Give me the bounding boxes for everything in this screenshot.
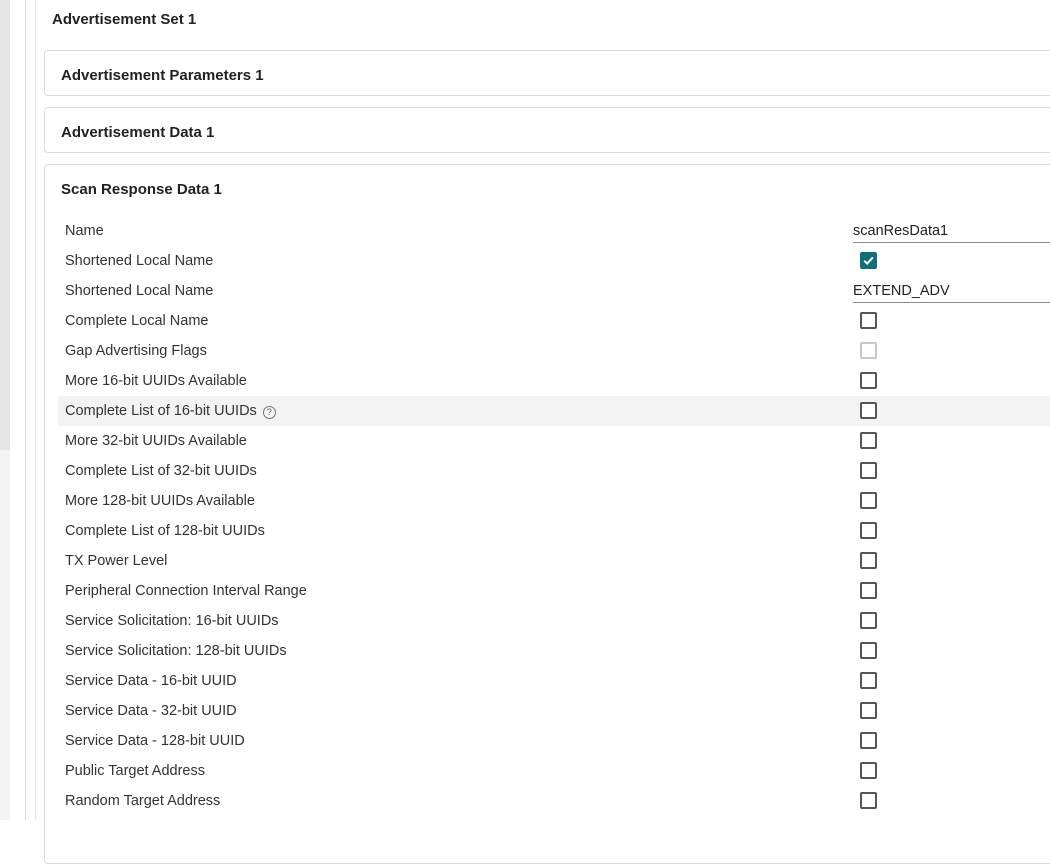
advertisement-set-title[interactable]: Advertisement Set 1 <box>52 11 196 28</box>
checkmark-icon <box>863 256 874 266</box>
property-label-text: More 128-bit UUIDs Available <box>65 493 255 509</box>
property-label-text: Public Target Address <box>65 763 205 779</box>
property-label: Gap Advertising Flags <box>65 343 207 359</box>
property-label-text: Complete Local Name <box>65 313 209 329</box>
checkbox[interactable] <box>860 612 877 629</box>
property-label: Peripheral Connection Interval Range <box>65 583 307 599</box>
property-label: More 128-bit UUIDs Available <box>65 493 255 509</box>
advertisement-parameters-panel[interactable]: Advertisement Parameters 1 <box>44 50 1050 96</box>
property-row: More 128-bit UUIDs Available <box>58 486 1050 516</box>
help-icon[interactable]: ? <box>262 406 276 419</box>
checkbox[interactable] <box>860 522 877 539</box>
panel-title[interactable]: Scan Response Data 1 <box>61 181 222 198</box>
property-label-text: More 32-bit UUIDs Available <box>65 433 247 449</box>
left-sidebar-edge-lower <box>0 450 10 820</box>
property-label-text: Shortened Local Name <box>65 253 214 269</box>
property-label: Service Data - 16-bit UUID <box>65 673 237 689</box>
property-row: Public Target Address <box>58 756 1050 786</box>
property-label: Service Data - 128-bit UUID <box>65 733 245 749</box>
property-row: Complete List of 128-bit UUIDs <box>58 516 1050 546</box>
property-label: More 16-bit UUIDs Available <box>65 373 247 389</box>
text-field[interactable]: EXTEND_ADV <box>853 283 1050 303</box>
checkbox[interactable] <box>860 792 877 809</box>
property-row: More 32-bit UUIDs Available <box>58 426 1050 456</box>
property-label: Random Target Address <box>65 793 220 809</box>
property-row: Name scanResData1 <box>58 216 1050 246</box>
checkbox[interactable] <box>860 402 877 419</box>
property-label-text: Service Data - 16-bit UUID <box>65 673 237 689</box>
property-row: Service Data - 32-bit UUID <box>58 696 1050 726</box>
tree-guide-line-inner <box>35 0 36 820</box>
property-row: Complete List of 16-bit UUIDs? <box>58 396 1050 426</box>
property-label-text: Complete List of 32-bit UUIDs <box>65 463 257 479</box>
panel-title[interactable]: Advertisement Data 1 <box>61 124 214 141</box>
property-label-text: TX Power Level <box>65 553 168 569</box>
property-row: Shortened Local Name <box>58 246 1050 276</box>
property-row: Complete List of 32-bit UUIDs <box>58 456 1050 486</box>
checkbox[interactable] <box>860 312 877 329</box>
property-label-text: Complete List of 128-bit UUIDs <box>65 523 265 539</box>
property-label: Service Data - 32-bit UUID <box>65 703 237 719</box>
checkbox-checked[interactable] <box>860 252 877 269</box>
property-label: Complete Local Name <box>65 313 208 329</box>
property-label-text: Service Solicitation: 128-bit UUIDs <box>65 643 287 659</box>
property-label-text: Name <box>65 223 104 239</box>
property-label-text: Service Data - 128-bit UUID <box>65 733 245 749</box>
checkbox[interactable] <box>860 582 877 599</box>
property-row: Gap Advertising Flags <box>58 336 1050 366</box>
property-label: TX Power Level <box>65 553 167 569</box>
property-label: Shortened Local Name <box>65 253 213 269</box>
property-label-text: Peripheral Connection Interval Range <box>65 583 307 599</box>
property-row: Service Solicitation: 128-bit UUIDs <box>58 636 1050 666</box>
property-label: Service Solicitation: 128-bit UUIDs <box>65 643 287 659</box>
checkbox[interactable] <box>860 762 877 779</box>
property-label: Complete List of 16-bit UUIDs? <box>65 403 276 419</box>
property-label: Complete List of 32-bit UUIDs <box>65 463 257 479</box>
property-row: Random Target Address <box>58 786 1050 816</box>
property-row: TX Power Level <box>58 546 1050 576</box>
property-label: More 32-bit UUIDs Available <box>65 433 247 449</box>
property-label: Public Target Address <box>65 763 205 779</box>
property-row: Shortened Local Name EXTEND_ADV <box>58 276 1050 306</box>
checkbox <box>860 342 877 359</box>
text-field[interactable]: scanResData1 <box>853 223 1050 243</box>
advertisement-data-panel[interactable]: Advertisement Data 1 <box>44 107 1050 153</box>
property-label-text: Service Solicitation: 16-bit UUIDs <box>65 613 279 629</box>
property-row: Service Solicitation: 16-bit UUIDs <box>58 606 1050 636</box>
property-row: Complete Local Name <box>58 306 1050 336</box>
checkbox[interactable] <box>860 732 877 749</box>
property-row: More 16-bit UUIDs Available <box>58 366 1050 396</box>
checkbox[interactable] <box>860 462 877 479</box>
property-label-text: Shortened Local Name <box>65 283 214 299</box>
property-label: Name <box>65 223 104 239</box>
property-row: Service Data - 128-bit UUID <box>58 726 1050 756</box>
tree-guide-line <box>25 0 26 820</box>
property-label: Service Solicitation: 16-bit UUIDs <box>65 613 279 629</box>
left-sidebar-edge <box>0 0 10 450</box>
checkbox[interactable] <box>860 492 877 509</box>
property-label: Shortened Local Name <box>65 283 213 299</box>
checkbox[interactable] <box>860 702 877 719</box>
checkbox[interactable] <box>860 672 877 689</box>
checkbox[interactable] <box>860 642 877 659</box>
checkbox[interactable] <box>860 552 877 569</box>
checkbox[interactable] <box>860 372 877 389</box>
property-label-text: Service Data - 32-bit UUID <box>65 703 237 719</box>
checkbox[interactable] <box>860 432 877 449</box>
scan-response-properties: Name scanResData1 Shortened Local Name Shor… <box>58 216 1050 816</box>
property-row: Service Data - 16-bit UUID <box>58 666 1050 696</box>
property-label-text: More 16-bit UUIDs Available <box>65 373 247 389</box>
property-label-text: Complete List of 16-bit UUIDs <box>65 403 257 419</box>
property-label-text: Gap Advertising Flags <box>65 343 207 359</box>
property-row: Peripheral Connection Interval Range <box>58 576 1050 606</box>
property-label: Complete List of 128-bit UUIDs <box>65 523 265 539</box>
panel-title[interactable]: Advertisement Parameters 1 <box>61 67 264 84</box>
property-label-text: Random Target Address <box>65 793 221 809</box>
